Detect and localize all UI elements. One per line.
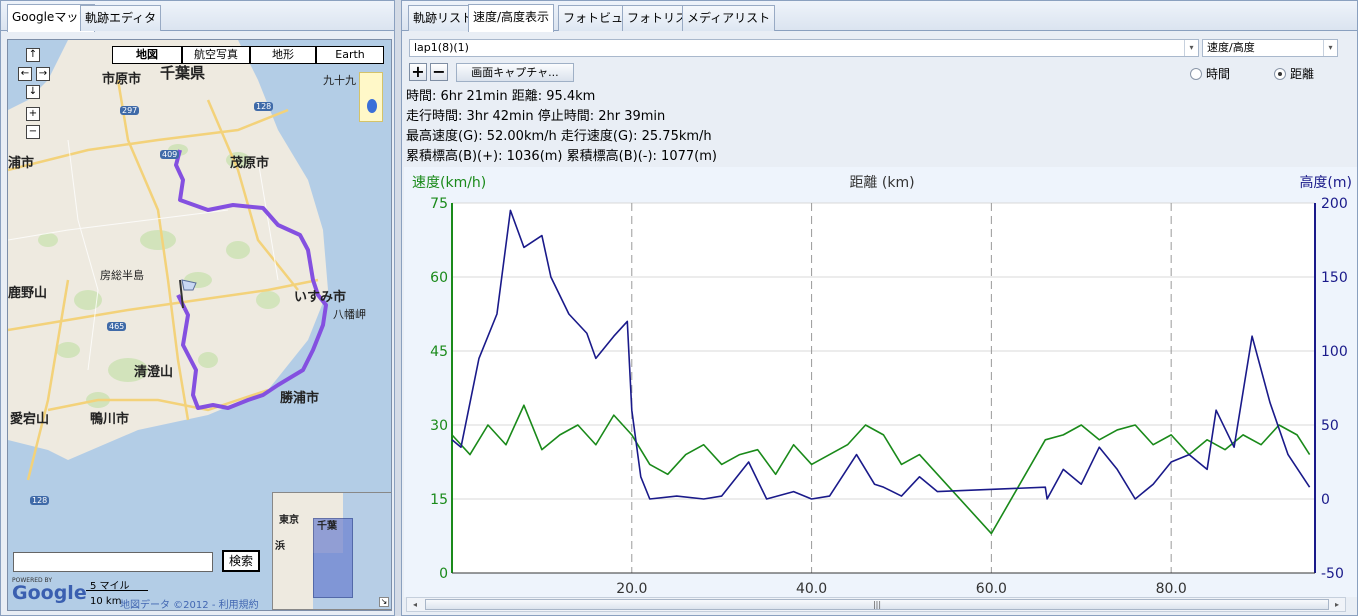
tab-track-editor[interactable]: 軌跡エディタ: [80, 5, 162, 31]
y-axis-left-title: 速度(km/h): [412, 175, 486, 191]
map-footer-links: 地図データ ©2012 - 利用規約: [120, 600, 259, 611]
map-search-input[interactable]: [13, 552, 213, 572]
analysis-pane: 軌跡リスト 速度/高度表示 フォトビュー フォトリスト メディアリスト lap1…: [401, 0, 1358, 616]
y-tick-right-label: -50: [1321, 566, 1344, 582]
x-tick-label: 40.0: [796, 581, 827, 597]
plot-area: [452, 203, 1315, 573]
lap-select-value: lap1(8)(1): [414, 41, 469, 54]
scroll-right-icon[interactable]: ▸: [1329, 598, 1345, 611]
label-isumi: いすみ市: [294, 290, 347, 305]
mode-select-value: 速度/高度: [1207, 41, 1255, 54]
y-tick-left-label: 30: [430, 418, 448, 434]
tab-speed-altitude[interactable]: 速度/高度表示: [468, 4, 555, 32]
x-tick-label: 60.0: [976, 581, 1007, 597]
overview-map[interactable]: 東京 浜 千葉 ↘: [272, 492, 391, 610]
overview-label-hama: 浜: [275, 541, 285, 552]
zoom-out-button[interactable]: −: [430, 63, 448, 81]
radio-time-label: 時間: [1206, 67, 1231, 81]
y-tick-right-label: 50: [1321, 418, 1339, 434]
pan-left-icon[interactable]: ←: [18, 67, 32, 81]
scroll-left-icon[interactable]: ◂: [407, 598, 423, 611]
zoom-in-button[interactable]: +: [409, 63, 427, 81]
y-tick-right-label: 150: [1321, 270, 1348, 286]
map-data-link[interactable]: 地図データ ©2012: [120, 600, 209, 610]
x-tick-label: 20.0: [616, 581, 647, 597]
lap-select[interactable]: lap1(8)(1) ▾: [409, 39, 1199, 57]
pan-right-icon[interactable]: →: [36, 67, 50, 81]
x-tick-label: 80.0: [1156, 581, 1187, 597]
y-axis-right-title: 高度(m): [1299, 174, 1352, 191]
label-kanozan: 鹿野山: [8, 286, 48, 301]
stats-line: 累積標高(B)(+): 1036(m) 累積標高(B)(-): 1077(m): [406, 149, 717, 164]
label-kujukuri: 九十九: [323, 74, 356, 87]
pan-down-icon[interactable]: ↓: [26, 85, 40, 99]
radio-distance-label: 距離: [1290, 67, 1315, 81]
overview-label-tokyo: 東京: [279, 515, 299, 526]
stats-line: 走行時間: 3hr 42min 停止時間: 2hr 39min: [406, 109, 666, 124]
label-kiyosumiyama: 清澄山: [134, 365, 174, 380]
label-ichihara: 市原市: [102, 72, 142, 87]
map-pane: Googleマップ 軌跡エディタ 地図 航空写真 地形 Earth ↑ ← → …: [0, 0, 395, 616]
radio-time-indicator: [1190, 68, 1202, 80]
street-view-pegman-icon[interactable]: [359, 72, 383, 122]
google-logo: Google: [12, 582, 87, 604]
label-katsuura: 勝浦市: [280, 391, 320, 406]
screen-capture-button[interactable]: 画面キャプチャ...: [456, 63, 574, 82]
stats-panel: 時間: 6hr 21min 距離: 95.4km 走行時間: 3hr 42min…: [406, 87, 717, 167]
road-409-badge: 409: [160, 150, 180, 159]
road-128-south-badge: 128: [30, 496, 50, 505]
horizontal-scrollbar[interactable]: ◂ ||| ▸: [406, 597, 1346, 612]
label-urayasu: 浦市: [8, 156, 35, 171]
stats-line: 時間: 6hr 21min 距離: 95.4km: [406, 89, 596, 104]
label-chiba-prefecture: 千葉県: [160, 64, 206, 82]
x-axis-title: 距離 (km): [849, 174, 914, 191]
road-128-badge: 128: [254, 102, 274, 111]
tab-media-list[interactable]: メディアリスト: [682, 5, 776, 31]
mode-select[interactable]: 速度/高度 ▾: [1202, 39, 1338, 57]
y-tick-left-label: 15: [430, 492, 448, 508]
radio-distance-indicator: [1274, 68, 1286, 80]
radio-time[interactable]: 時間: [1190, 65, 1230, 82]
label-hachimanmisaki: 八幡岬: [333, 308, 366, 321]
overview-toggle-icon[interactable]: ↘: [379, 597, 389, 607]
y-tick-right-label: 200: [1321, 196, 1348, 212]
zoom-in-icon[interactable]: +: [26, 107, 40, 121]
y-tick-left-label: 60: [430, 270, 448, 286]
scale-bar: [86, 590, 148, 591]
y-tick-right-label: 100: [1321, 344, 1348, 360]
zoom-out-icon[interactable]: −: [26, 125, 40, 139]
road-465-badge: 465: [107, 322, 127, 331]
y-tick-left-label: 45: [430, 344, 448, 360]
right-tab-bar: 軌跡リスト 速度/高度表示 フォトビュー フォトリスト メディアリスト: [402, 1, 1357, 32]
label-mobara: 茂原市: [230, 156, 270, 171]
y-tick-right-label: 0: [1321, 492, 1330, 508]
terms-link[interactable]: 利用規約: [219, 600, 259, 610]
left-tab-bar: Googleマップ 軌跡エディタ: [1, 1, 394, 32]
map-type-earth-button[interactable]: Earth: [316, 46, 384, 64]
label-boso-peninsula: 房総半島: [100, 269, 144, 282]
google-map[interactable]: 地図 航空写真 地形 Earth ↑ ← → ↓ + − 市原市 千葉県 茂原市…: [7, 39, 392, 611]
stats-line: 最高速度(G): 52.00km/h 走行速度(G): 25.75km/h: [406, 129, 712, 144]
overview-label-chiba: 千葉: [317, 521, 337, 532]
scroll-thumb[interactable]: |||: [425, 599, 1329, 610]
map-type-terrain-button[interactable]: 地形: [250, 46, 316, 64]
pan-up-icon[interactable]: ↑: [26, 48, 40, 62]
speed-altitude-chart[interactable]: 0 15 30 45 60 75 -50 0 50 100 150 200 20.0 40.0 60.0 80…: [404, 167, 1357, 597]
y-tick-left-label: 75: [430, 196, 448, 212]
chevron-down-icon: ▾: [1323, 40, 1337, 56]
map-search-button[interactable]: 検索: [222, 550, 260, 572]
y-tick-left-label: 0: [439, 566, 448, 582]
label-kamogawa: 鴨川市: [90, 412, 130, 427]
label-atagoyama: 愛宕山: [10, 412, 50, 427]
scale-km: 10 km: [90, 596, 122, 607]
radio-distance[interactable]: 距離: [1274, 65, 1314, 82]
road-297-badge: 297: [120, 106, 140, 115]
chevron-down-icon: ▾: [1184, 40, 1198, 56]
chart-svg: 0 15 30 45 60 75 -50 0 50 100 150 200 20.0 40.0 60.0 80…: [412, 174, 1352, 597]
